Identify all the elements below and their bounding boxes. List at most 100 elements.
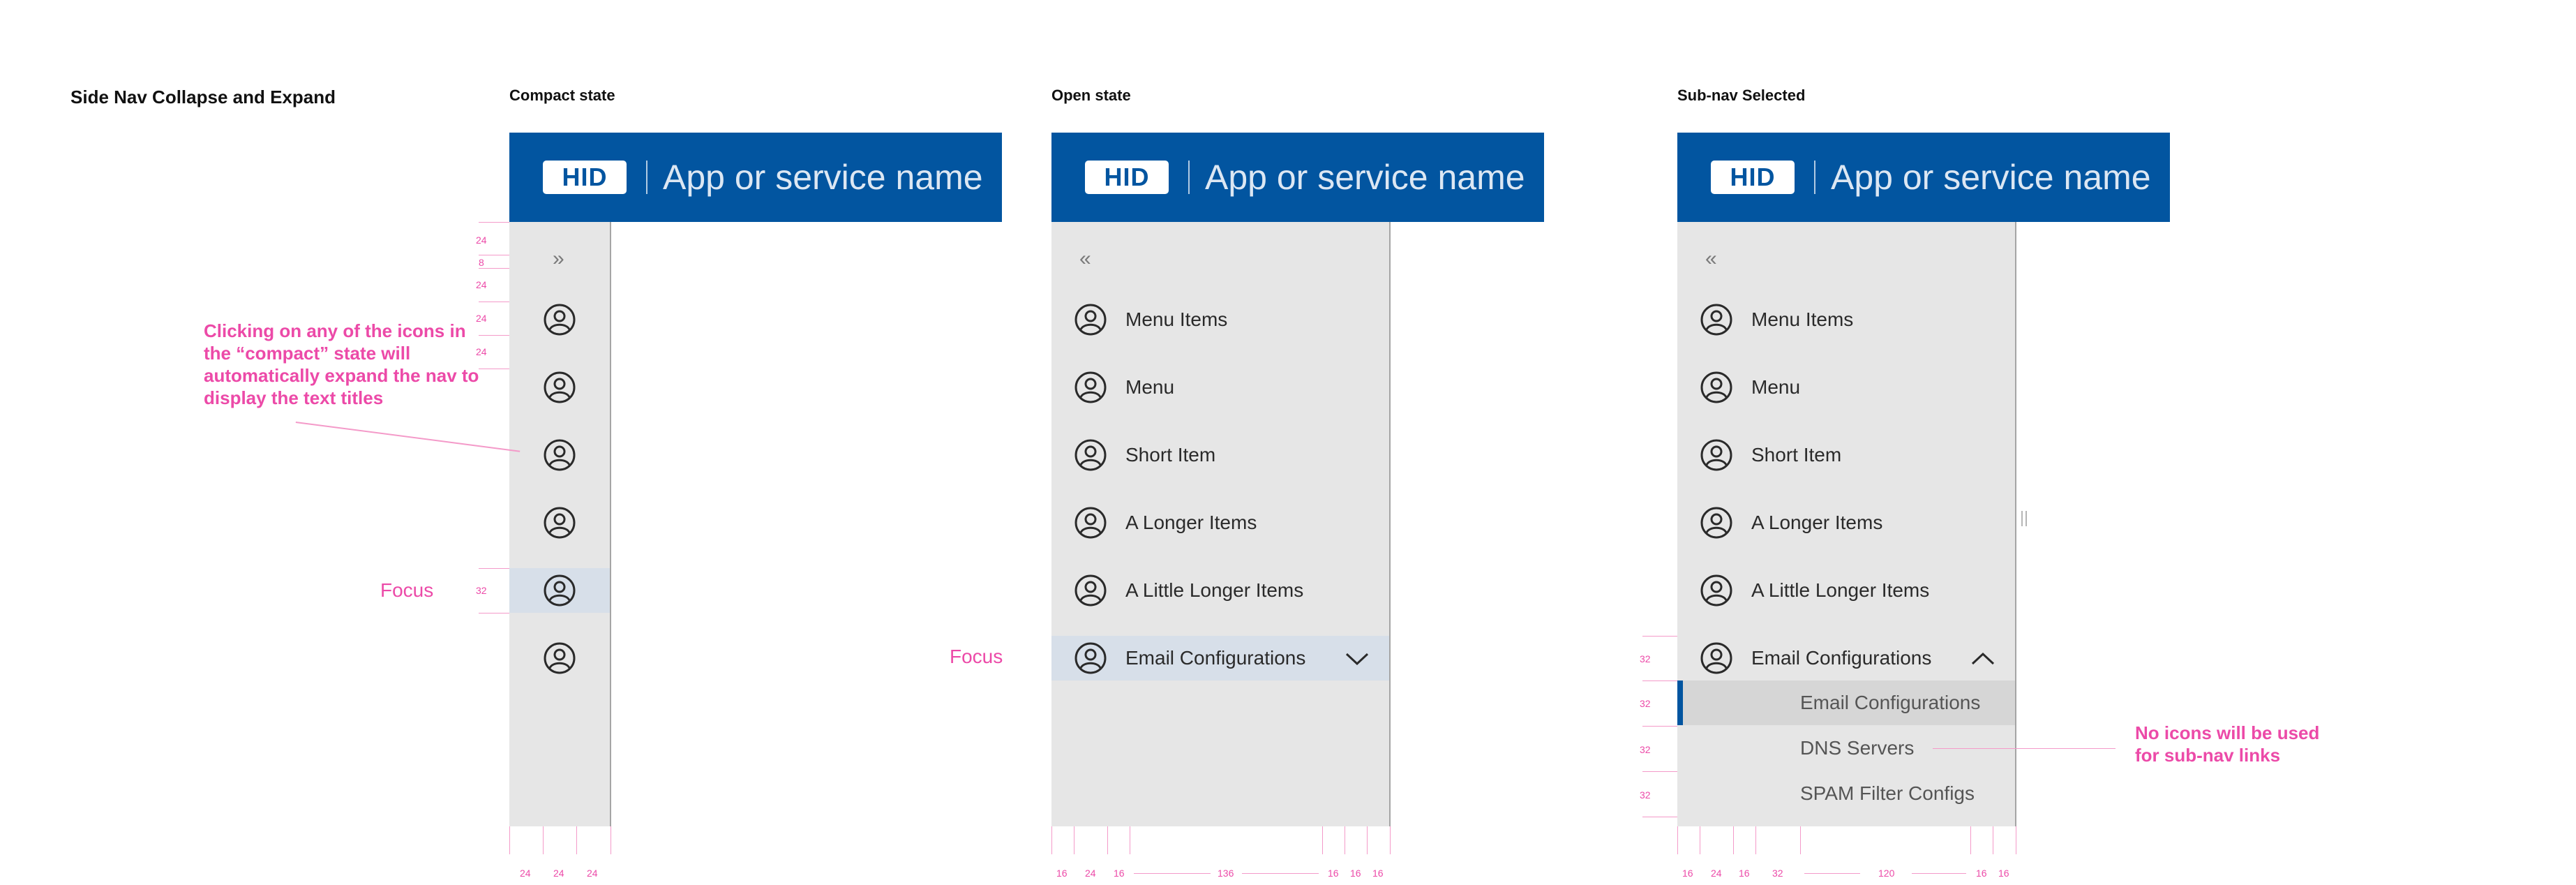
dim-tick (543, 826, 544, 854)
dim-tick (1755, 826, 1756, 854)
nav-item-label: Menu Items (1125, 308, 1228, 330)
nav-item[interactable]: Menu (1677, 365, 2015, 410)
subnav-side-nav: « Menu Items Menu Short Item A Longer It… (1677, 222, 2016, 826)
dim-tick (1390, 826, 1391, 854)
dim-label: 8 (479, 257, 484, 268)
chevron-up-icon[interactable] (1970, 650, 1995, 667)
hid-logo[interactable]: HID (1085, 161, 1169, 194)
nav-item-label: Menu Items (1751, 308, 1854, 330)
compact-nav-item[interactable] (509, 636, 610, 681)
nav-item[interactable]: Menu Items (1677, 297, 2015, 342)
nav-item[interactable]: Short Item (1677, 433, 2015, 477)
dim-tick (1642, 636, 1677, 637)
hid-logo[interactable]: HID (543, 161, 627, 194)
dim-tick (576, 826, 577, 854)
compact-click-annotation: Clicking on any of the icons in the “com… (204, 320, 479, 408)
dim-label: 32 (1640, 789, 1651, 801)
dim-label: 16 (1682, 868, 1693, 879)
nav-item-label: Menu (1125, 376, 1175, 398)
dim-tick (1677, 826, 1678, 854)
nav-item-label: Email Configurations (1751, 647, 1932, 669)
nav-item[interactable]: A Longer Items (1051, 500, 1389, 545)
dim-tick (1970, 826, 1971, 854)
dim-label: 32 (1772, 868, 1783, 879)
user-circle-icon (1700, 371, 1732, 403)
dim-label: 16 (1350, 868, 1361, 879)
compact-focus-label: Focus (380, 579, 434, 601)
compact-nav-item-focused[interactable] (509, 568, 610, 613)
dim-tick (479, 335, 509, 336)
compact-nav-item[interactable] (509, 297, 610, 342)
subnav-item-selected[interactable]: Email Configurations (1677, 681, 2015, 725)
app-name: App or service name (663, 158, 983, 197)
chevron-down-icon[interactable] (1345, 650, 1370, 667)
dim-label: 24 (587, 868, 598, 879)
dim-label: 136 (1218, 868, 1234, 879)
annotation-leader-line (1933, 748, 2116, 749)
logo-separator (646, 161, 647, 194)
dim-label: 32 (1640, 698, 1651, 709)
user-circle-icon (1074, 642, 1107, 674)
resize-handle[interactable] (2021, 511, 2027, 526)
compact-nav-item[interactable] (509, 433, 610, 477)
user-circle-icon (1700, 574, 1732, 607)
dim-tick (1051, 826, 1052, 854)
compact-header: HID App or service name (509, 133, 1002, 222)
subnav-header: HID App or service name (1677, 133, 2170, 222)
dim-label: 32 (476, 585, 487, 596)
user-circle-icon (1074, 507, 1107, 539)
dim-tick (479, 222, 509, 223)
nav-item-label: Short Item (1125, 444, 1216, 466)
nav-item[interactable]: A Little Longer Items (1051, 568, 1389, 613)
nav-item[interactable]: A Little Longer Items (1677, 568, 2015, 613)
nav-item-label: A Longer Items (1751, 512, 1883, 533)
expand-chevron-icon[interactable]: » (553, 248, 564, 269)
user-circle-icon (1700, 304, 1732, 336)
subnav-item[interactable]: SPAM Filter Configs (1677, 771, 2015, 816)
dim-tick (1107, 826, 1108, 854)
nav-item-expanded[interactable]: Email Configurations (1677, 636, 2015, 681)
collapse-chevron-icon[interactable]: « (1079, 248, 1091, 269)
no-icons-annotation: No icons will be used for sub-nav links (2135, 722, 2320, 766)
user-circle-icon (1074, 574, 1107, 607)
hid-logo[interactable]: HID (1711, 161, 1795, 194)
dim-label: 24 (520, 868, 531, 879)
dim-label: 16 (1372, 868, 1384, 879)
user-circle-icon (1700, 507, 1732, 539)
nav-item[interactable]: Short Item (1051, 433, 1389, 477)
open-header: HID App or service name (1051, 133, 1544, 222)
nav-item-label: Menu (1751, 376, 1801, 398)
dim-label: 120 (1878, 868, 1895, 879)
nav-item[interactable]: A Longer Items (1677, 500, 2015, 545)
user-circle-icon (544, 304, 576, 336)
open-side-nav: « Menu Items Menu Short Item A Longer It… (1051, 222, 1391, 826)
subnav-item-label: SPAM Filter Configs (1800, 782, 1975, 804)
dim-label: 16 (1114, 868, 1125, 879)
user-circle-icon (1074, 439, 1107, 471)
app-name: App or service name (1205, 158, 1525, 197)
nav-item-label: A Little Longer Items (1751, 579, 1930, 601)
compact-nav-item[interactable] (509, 365, 610, 410)
nav-item[interactable]: Menu (1051, 365, 1389, 410)
nav-item[interactable]: Menu Items (1051, 297, 1389, 342)
dim-label: 16 (1998, 868, 2009, 879)
logo-separator (1188, 161, 1190, 194)
dim-label: 24 (476, 346, 487, 357)
user-circle-icon (1074, 304, 1107, 336)
open-panel-title: Open state (1051, 87, 1131, 104)
compact-nav-item[interactable] (509, 500, 610, 545)
user-circle-icon (544, 507, 576, 539)
nav-item-focused[interactable]: Email Configurations (1051, 636, 1389, 681)
dim-label: 16 (1056, 868, 1068, 879)
user-circle-icon (544, 574, 576, 607)
collapse-chevron-icon[interactable]: « (1705, 248, 1717, 269)
subnav-panel-title: Sub-nav Selected (1677, 87, 1806, 104)
nav-item-label: Short Item (1751, 444, 1842, 466)
user-circle-icon (1700, 642, 1732, 674)
dim-label: 16 (1976, 868, 1987, 879)
dim-tick (509, 826, 510, 854)
dim-tick (1800, 826, 1801, 854)
dim-tick (1733, 826, 1734, 854)
user-circle-icon (544, 642, 576, 674)
dim-label: 32 (1640, 653, 1651, 664)
